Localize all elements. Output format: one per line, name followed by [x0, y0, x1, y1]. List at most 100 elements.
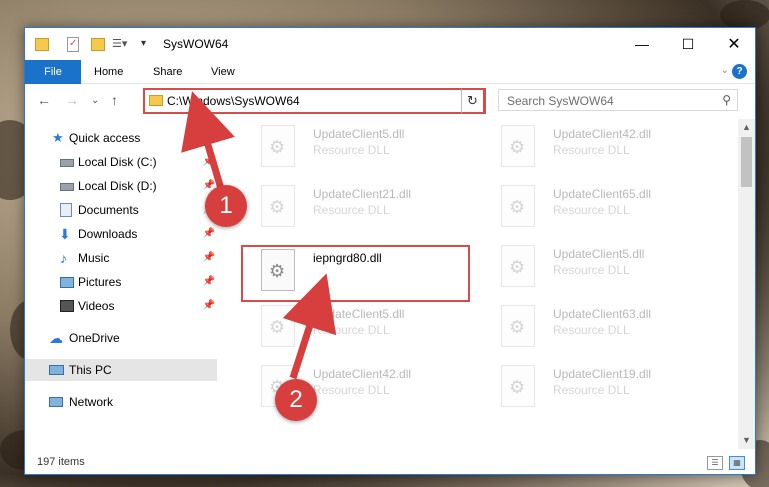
file-item[interactable]: UpdateClient5.dll Resource DLL	[243, 299, 473, 359]
pin-icon[interactable]: 📌	[203, 295, 215, 317]
dll-file-icon	[261, 185, 295, 227]
file-type: Resource DLL	[553, 263, 630, 277]
file-type: Resource DLL	[553, 323, 630, 337]
scroll-up-icon[interactable]: ▲	[738, 119, 755, 136]
dll-file-icon	[501, 125, 535, 167]
forward-arrow-icon[interactable]: →	[65, 92, 79, 108]
sidebar-item-this-pc[interactable]: This PC	[25, 359, 217, 381]
dll-file-icon	[501, 245, 535, 287]
file-type: Resource DLL	[313, 143, 390, 157]
music-icon: ♪	[60, 250, 67, 266]
tab-home[interactable]: Home	[83, 60, 134, 84]
up-arrow-icon[interactable]: ↑	[111, 92, 118, 108]
file-name: UpdateClient42.dll	[313, 367, 412, 381]
file-name: UpdateClient5.dll	[553, 247, 645, 261]
search-icon: ⚲	[722, 93, 731, 107]
file-item[interactable]: UpdateClient63.dll Resource DLL	[483, 299, 713, 359]
minimize-button[interactable]: —	[619, 28, 665, 60]
scroll-thumb[interactable]	[741, 137, 752, 187]
file-name: UpdateClient42.dll	[553, 127, 652, 141]
dll-file-icon	[261, 305, 295, 347]
step-2-badge: 2	[275, 379, 317, 421]
file-item[interactable]: UpdateClient21.dll Resource DLL	[243, 179, 473, 239]
file-item[interactable]: UpdateClient5.dll Resource DLL	[243, 119, 473, 179]
pictures-icon	[60, 277, 74, 288]
drive-icon	[60, 159, 74, 167]
status-bar: 197 items ☰ ▦	[25, 452, 755, 474]
item-count: 197 items	[37, 456, 85, 468]
customize-toolbar-icon[interactable]: ☰▾	[112, 37, 142, 53]
sidebar-item-label: Quick access	[69, 131, 141, 145]
sidebar-item-quick-access[interactable]: ★ Quick access	[25, 127, 215, 149]
sidebar-item-label: Videos	[78, 299, 115, 313]
tab-file[interactable]: File	[25, 60, 81, 84]
sidebar-item-label: This PC	[69, 363, 112, 377]
sidebar-item-local-disk-c[interactable]: Local Disk (C:) 📌	[25, 151, 215, 173]
file-name: UpdateClient5.dll	[313, 127, 405, 141]
sidebar-item-videos[interactable]: Videos 📌	[25, 295, 215, 317]
pin-icon[interactable]: 📌	[203, 271, 215, 293]
scroll-down-icon[interactable]: ▼	[738, 432, 755, 449]
sidebar-item-music[interactable]: ♪ Music 📌	[25, 247, 215, 269]
window-title: SysWOW64	[163, 37, 229, 51]
tab-view[interactable]: View	[200, 60, 246, 84]
refresh-button[interactable]: ↻	[461, 88, 485, 114]
sidebar-item-local-disk-d[interactable]: Local Disk (D:) 📌	[25, 175, 215, 197]
close-button[interactable]: ✕	[711, 28, 757, 60]
step-1-badge: 1	[205, 185, 247, 227]
documents-icon	[60, 203, 72, 217]
file-item[interactable]: UpdateClient19.dll Resource DLL	[483, 359, 713, 419]
tiles-view-icon[interactable]: ▦	[729, 456, 745, 470]
address-bar[interactable]: C:\Windows\SysWOW64 ⌄	[143, 88, 486, 114]
file-name: UpdateClient5.dll	[313, 307, 405, 321]
sidebar-item-label: Music	[78, 251, 110, 265]
new-folder-icon[interactable]	[91, 38, 105, 51]
file-highlight-box	[241, 245, 470, 302]
sidebar-item-label: Downloads	[78, 227, 138, 241]
sidebar-item-label: Local Disk (C:)	[78, 155, 157, 169]
sidebar-item-label: Pictures	[78, 275, 122, 289]
sidebar-item-network[interactable]: Network	[25, 391, 215, 413]
file-item[interactable]: UpdateClient42.dll Resource DLL	[483, 119, 713, 179]
network-icon	[49, 397, 63, 407]
drive-icon	[60, 183, 74, 191]
toolbar-dropdown-icon[interactable]: ▾	[141, 38, 146, 54]
sidebar-item-label: Documents	[78, 203, 139, 217]
tab-share[interactable]: Share	[142, 60, 193, 84]
folder-icon	[149, 95, 163, 106]
pin-icon[interactable]: 📌	[203, 151, 215, 173]
dll-file-icon	[501, 365, 535, 407]
help-icon[interactable]: ?	[732, 64, 747, 79]
sidebar-item-documents[interactable]: Documents 📌	[25, 199, 215, 221]
navigation-bar: ← → ⌄ ↑ C:\Windows\SysWOW64 ⌄ ↻ Search S…	[25, 85, 755, 117]
recent-locations-icon[interactable]: ⌄	[91, 95, 99, 106]
sidebar-item-onedrive[interactable]: ☁ OneDrive	[25, 327, 215, 349]
maximize-button[interactable]: ☐	[665, 28, 711, 60]
back-arrow-icon[interactable]: ←	[37, 92, 51, 108]
file-type: Resource DLL	[313, 203, 390, 217]
cloud-icon: ☁	[49, 330, 63, 346]
sidebar-item-downloads[interactable]: ⬇ Downloads 📌	[25, 223, 215, 245]
dll-file-icon	[261, 125, 295, 167]
navigation-pane: ★ Quick access Local Disk (C:) 📌 Local D…	[25, 119, 217, 443]
file-item[interactable]: UpdateClient5.dll Resource DLL	[483, 239, 713, 299]
download-icon: ⬇	[59, 226, 71, 242]
file-name: UpdateClient65.dll	[553, 187, 652, 201]
dll-file-icon	[501, 305, 535, 347]
address-path[interactable]: C:\Windows\SysWOW64	[167, 94, 300, 108]
details-view-icon[interactable]: ☰	[707, 456, 723, 470]
ribbon: File Home Share View ⌄ ?	[25, 60, 755, 84]
sidebar-item-label: OneDrive	[69, 331, 120, 345]
properties-icon[interactable]: ✓	[67, 37, 79, 52]
vertical-scrollbar[interactable]: ▲ ▼	[738, 119, 755, 449]
pin-icon[interactable]: 📌	[203, 247, 215, 269]
videos-icon	[60, 300, 74, 312]
sidebar-item-pictures[interactable]: Pictures 📌	[25, 271, 215, 293]
file-name: UpdateClient63.dll	[553, 307, 652, 321]
file-name: UpdateClient19.dll	[553, 367, 652, 381]
file-item[interactable]: UpdateClient65.dll Resource DLL	[483, 179, 713, 239]
file-type: Resource DLL	[553, 143, 630, 157]
search-input[interactable]: Search SysWOW64 ⚲	[498, 89, 738, 111]
pin-icon[interactable]: 📌	[203, 223, 215, 245]
expand-ribbon-icon[interactable]: ⌄	[721, 65, 729, 76]
